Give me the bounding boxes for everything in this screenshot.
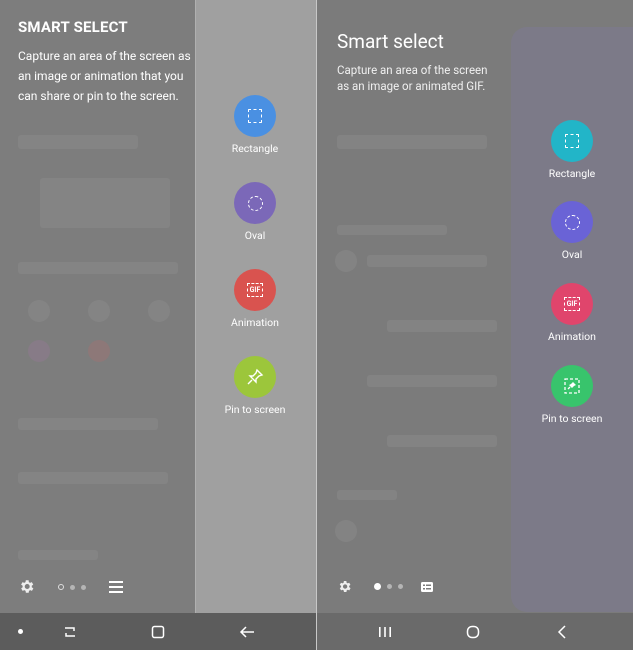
- recent-apps-button[interactable]: [45, 613, 95, 650]
- tool-label: Rectangle: [231, 142, 279, 155]
- tool-animation[interactable]: GIF Animation: [527, 283, 617, 343]
- home-square-icon: [151, 625, 165, 638]
- background-blur: [40, 178, 170, 228]
- home-circle-icon: [466, 625, 480, 638]
- left-screenshot-panel: SMART SELECT Capture an area of the scre…: [0, 0, 316, 613]
- oval-button[interactable]: [551, 201, 593, 243]
- tool-rectangle[interactable]: Rectangle: [210, 95, 300, 155]
- panel-description: Capture an area of the screen as an imag…: [18, 49, 191, 103]
- oval-icon: [564, 214, 580, 230]
- rectangle-icon: [565, 134, 579, 148]
- gif-icon: GIF: [564, 297, 580, 311]
- background-blur: [18, 550, 98, 560]
- page-dot: [387, 584, 392, 589]
- background-blur: [18, 135, 138, 149]
- page-indicator: [374, 583, 403, 590]
- tool-oval[interactable]: Oval: [210, 182, 300, 242]
- recents-icon: [65, 626, 75, 637]
- oval-button[interactable]: [234, 182, 276, 224]
- background-blur: [88, 300, 110, 322]
- back-button[interactable]: [537, 613, 587, 650]
- rectangle-button[interactable]: [234, 95, 276, 137]
- page-dot: [81, 584, 86, 590]
- left-navigation-bar: [0, 613, 316, 650]
- home-button[interactable]: [448, 613, 498, 650]
- page-dot: [398, 584, 403, 589]
- recents-bars-icon: [379, 626, 391, 637]
- animation-button[interactable]: GIF: [234, 269, 276, 311]
- page-indicator: [58, 584, 86, 590]
- page-dot: [374, 583, 381, 590]
- background-blur: [28, 340, 50, 362]
- rectangle-icon: [248, 109, 262, 123]
- nav-dot-button[interactable]: [0, 613, 40, 650]
- background-blur: [88, 340, 110, 362]
- tool-label: Pin to screen: [541, 412, 603, 425]
- panel-bottom-bar: [337, 575, 447, 599]
- edge-list-icon[interactable]: [420, 580, 434, 594]
- tool-rectangle[interactable]: Rectangle: [527, 120, 617, 180]
- pin-to-screen-button[interactable]: [234, 356, 276, 398]
- background-blur: [18, 262, 178, 274]
- tool-label: Animation: [231, 316, 279, 329]
- pin-to-screen-button[interactable]: [551, 365, 593, 407]
- background-blur: [148, 300, 170, 322]
- recent-apps-button[interactable]: [360, 613, 410, 650]
- tool-label: Oval: [244, 229, 266, 242]
- dot-icon: [17, 629, 23, 634]
- right-navigation-bar: [317, 613, 633, 650]
- background-blur: [335, 520, 357, 542]
- gear-icon[interactable]: [337, 579, 352, 594]
- right-screenshot-panel: Smart select Capture an area of the scre…: [317, 0, 633, 613]
- background-blur: [337, 225, 447, 235]
- list-icon[interactable]: [108, 579, 124, 595]
- panel-bottom-bar: [18, 575, 128, 599]
- background-blur: [387, 435, 497, 447]
- animation-button[interactable]: GIF: [551, 283, 593, 325]
- rectangle-button[interactable]: [551, 120, 593, 162]
- tool-pin-to-screen[interactable]: Pin to screen: [210, 356, 300, 416]
- background-blur: [387, 320, 497, 332]
- page-dot: [58, 584, 64, 590]
- panel-description: Capture an area of the screen as an imag…: [337, 63, 488, 93]
- background-blur: [18, 418, 158, 430]
- gif-icon: GIF: [247, 283, 263, 297]
- tool-label: Rectangle: [548, 167, 596, 180]
- background-blur: [337, 490, 397, 500]
- back-chevron-icon: [557, 624, 566, 639]
- tool-label: Oval: [561, 248, 583, 261]
- pin-icon: [247, 368, 264, 385]
- page-dot: [70, 584, 75, 590]
- oval-icon: [247, 195, 263, 211]
- home-button[interactable]: [133, 613, 183, 650]
- back-arrow-icon: [239, 625, 254, 638]
- background-blur: [28, 300, 50, 322]
- tool-label: Animation: [548, 330, 596, 343]
- gear-icon[interactable]: [18, 578, 35, 595]
- panel-title: Smart select: [337, 30, 444, 53]
- background-blur: [367, 255, 487, 267]
- tool-animation[interactable]: GIF Animation: [210, 269, 300, 329]
- panel-title: SMART SELECT: [18, 18, 128, 36]
- background-blur: [367, 375, 497, 387]
- tool-oval[interactable]: Oval: [527, 201, 617, 261]
- tool-label: Pin to screen: [224, 403, 286, 416]
- background-blur: [335, 250, 357, 272]
- tool-pin-to-screen[interactable]: Pin to screen: [527, 365, 617, 425]
- background-blur: [18, 472, 168, 484]
- background-blur: [337, 135, 487, 149]
- pin-frame-icon: [564, 378, 580, 394]
- back-button[interactable]: [222, 613, 272, 650]
